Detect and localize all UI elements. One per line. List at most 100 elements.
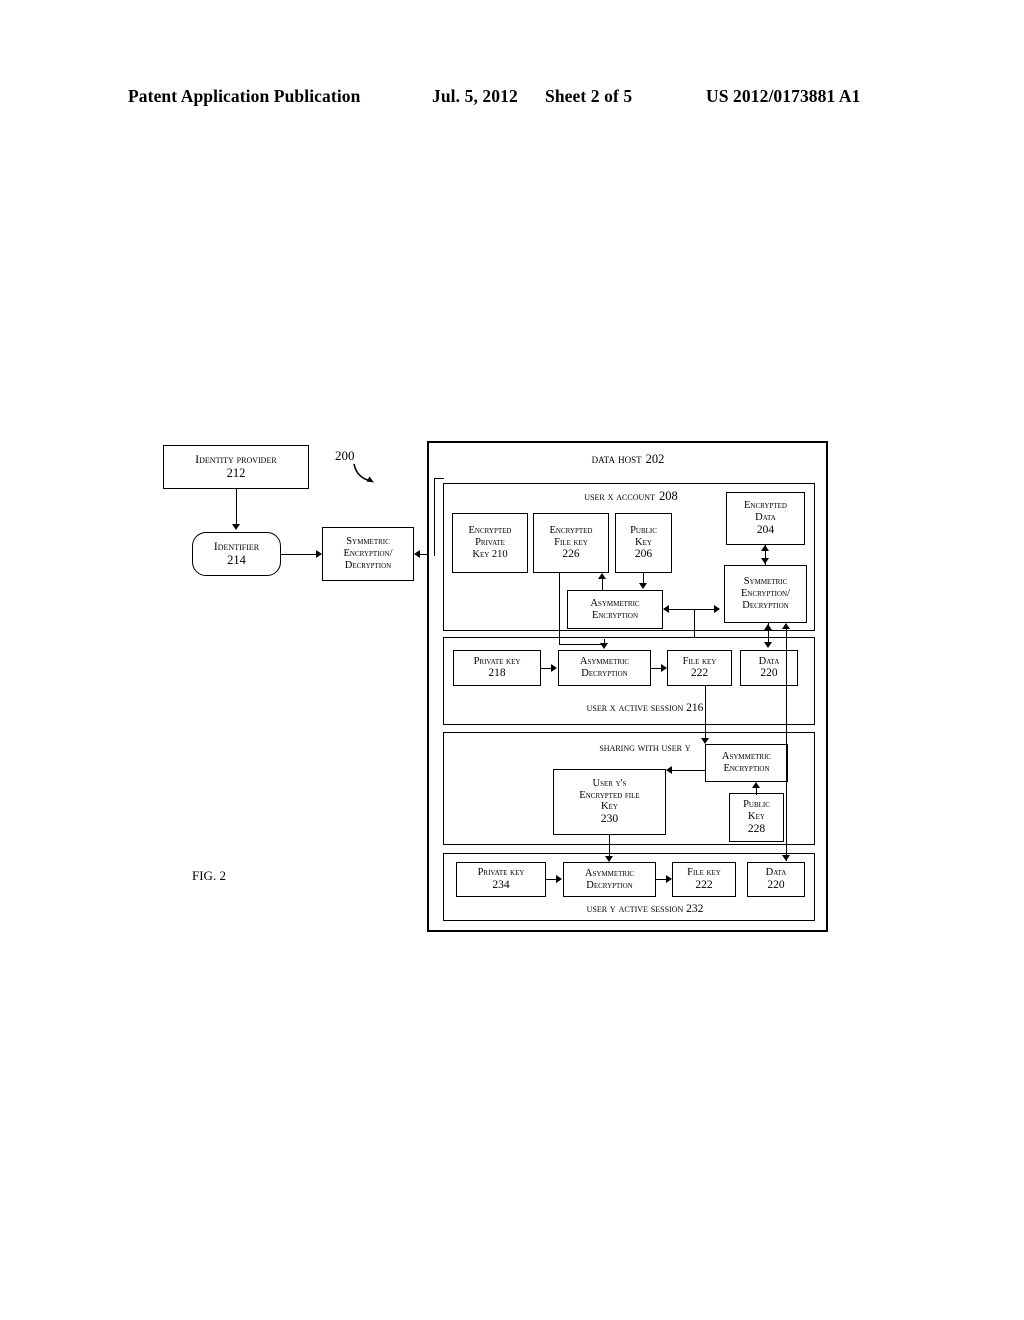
arrowhead-publickey228-to-asymenc-y	[752, 782, 760, 788]
user-x-active-session-title: User X Active Session 216	[550, 698, 740, 716]
sharing-with-user-y-text: Sharing with User Y	[599, 742, 691, 754]
encrypted-file-key-line1: Encrypted	[549, 524, 593, 536]
symmetric-encryption-decryption-right-box: Symmetric Encryption/ Decryption	[724, 565, 807, 623]
user-y-encrypted-file-key-line1: User Y's	[592, 777, 627, 789]
asymmetric-encryption-x-line1: Asymmetric	[590, 597, 640, 609]
symmetric-right-line3: Decryption	[742, 599, 789, 611]
patent-figure-2: FIG. 2 200 Identity Provider 212 Identif…	[0, 0, 1024, 1320]
asymmetric-encryption-y-box: Asymmetric Encryption	[705, 744, 788, 782]
asymmetric-encryption-x-line2: Encryption	[591, 609, 639, 621]
file-key-222-x-ref: 222	[690, 667, 709, 680]
arrowhead-right-bus-to-symmetric	[782, 623, 790, 629]
arrowhead-datahost-to-symmetric-left	[414, 550, 420, 558]
user-y-encrypted-file-key-line2: Encrypted File	[579, 789, 640, 801]
symmetric-left-line2: encryption/	[343, 548, 393, 560]
arrowhead-to-asymenc-x	[663, 605, 669, 613]
asymmetric-decryption-y-box: Asymmetric Decryption	[563, 862, 656, 897]
file-key-222-x-line1: File Key	[682, 655, 717, 667]
encrypted-private-key-line2: Private	[475, 537, 505, 549]
data-220-y-box: Data 220	[747, 862, 805, 897]
encrypted-private-key-line3: Key 210	[472, 548, 508, 560]
identity-provider-label: Identity Provider	[195, 453, 277, 466]
user-x-account-title-text: User X Account	[584, 491, 655, 503]
system-reference-leader-arrow	[353, 463, 374, 483]
public-key-206-ref: 206	[634, 548, 653, 561]
public-key-206-line2: Key	[635, 536, 652, 548]
identifier-label: Identifier	[213, 540, 260, 553]
arrowhead-privatekey218-to-asymdec	[551, 664, 557, 672]
data-220-y-line1: Data	[765, 867, 787, 879]
data-host-title: Data Host 202	[548, 450, 708, 468]
symmetric-left-line1: Symmetric	[346, 536, 390, 548]
file-key-222-y-ref: 222	[695, 878, 713, 891]
asymmetric-encryption-y-line2: Encryption	[723, 763, 770, 774]
identity-provider-box: Identity Provider 212	[163, 445, 309, 489]
encrypted-file-key-box: Encrypted File Key 226	[533, 513, 609, 573]
arrowhead-to-symmetric-right	[714, 605, 720, 613]
asymmetric-decryption-y-line2: Decryption	[586, 879, 633, 891]
file-key-222-y-box: File Key 222	[672, 862, 736, 897]
connector-encfilekey-jog	[559, 644, 605, 645]
data-host-title-text: Data Host	[591, 452, 642, 466]
encrypted-private-key-box: Encrypted Private Key 210	[452, 513, 528, 573]
connector-left-bus-vertical	[434, 478, 435, 556]
public-key-228-line1: Public	[743, 799, 770, 811]
encrypted-file-key-line2: File Key	[554, 536, 588, 548]
user-y-encrypted-file-key-ref: 230	[600, 813, 619, 826]
connector-filekey222-to-asymenc-y	[705, 686, 706, 740]
encrypted-data-ref: 204	[756, 523, 775, 536]
arrowhead-asymenc-y-to-userykey	[666, 766, 672, 774]
symmetric-encryption-decryption-left-box: Symmetric encryption/ Decryption	[322, 527, 414, 581]
public-key-206-box: Public Key 206	[615, 513, 672, 573]
user-x-account-ref: 208	[658, 489, 678, 503]
arrowhead-privatekey234-to-asymdec-y	[556, 875, 562, 883]
connector-asymenc-y-to-userykey	[672, 770, 706, 771]
encrypted-file-key-ref: 226	[562, 548, 580, 561]
user-x-account-title: User X Account 208	[556, 487, 706, 505]
arrowhead-asymenc-to-encfilekey	[598, 573, 606, 579]
identifier-ref: 214	[227, 553, 246, 568]
arrowhead-encrypteddata-to-symmetric	[761, 558, 769, 564]
asymmetric-decryption-y-line1: Asymmetric	[584, 867, 635, 879]
user-y-active-session-title: User Y Active Session 232	[550, 899, 740, 917]
encrypted-private-key-line1: Encrypted	[468, 525, 512, 537]
public-key-206-line1: Public	[630, 524, 657, 536]
asymmetric-decryption-x-line2: Decryption	[581, 668, 628, 679]
identifier-box: Identifier 214	[192, 532, 281, 576]
user-y-active-session-text: User Y Active Session 232	[586, 903, 704, 915]
asymmetric-decryption-x-box: Asymmetric Decryption	[558, 650, 651, 686]
user-x-active-session-text: User X Active Session 216	[586, 702, 704, 714]
file-key-222-y-line1: File Key	[687, 867, 721, 879]
symmetric-right-line2: Encryption/	[740, 588, 790, 600]
arrowhead-publickey206-to-asymenc	[639, 583, 647, 589]
connector-right-bus-vertical	[786, 628, 787, 861]
data-220-x-ref: 220	[760, 667, 778, 680]
arrowhead-encfilekey-to-asymdec-x	[600, 643, 608, 649]
private-key-218-box: Private Key 218	[453, 650, 541, 686]
asymmetric-encryption-y-line1: Asymmetric	[721, 751, 772, 763]
data-host-ref: 202	[645, 452, 665, 466]
symmetric-right-line1: Symmetric	[743, 576, 788, 588]
connector-identity-to-identifier	[236, 489, 237, 525]
public-key-228-box: Public Key 228	[729, 793, 784, 842]
connector-asymenc-to-encfilekey	[602, 579, 603, 591]
arrowhead-data220-to-symmetric-x	[764, 624, 772, 630]
private-key-234-box: Private Key 234	[456, 862, 546, 897]
private-key-218-ref: 218	[488, 667, 506, 680]
arrowhead-right-bus-to-data220-y	[782, 855, 790, 861]
connector-userykey-to-asymdec-y	[609, 835, 610, 858]
public-key-228-ref: 228	[747, 822, 766, 835]
connector-identifier-to-symmetric	[281, 554, 318, 555]
arrowhead-identity-to-identifier	[232, 524, 240, 530]
arrowhead-symmetric-to-encrypteddata	[761, 545, 769, 551]
file-key-222-x-box: File Key 222	[667, 650, 732, 686]
asymmetric-decryption-x-line1: Asymmetric	[579, 656, 630, 668]
public-key-228-line2: Key	[748, 811, 765, 823]
identity-provider-ref: 212	[226, 466, 246, 481]
private-key-234-ref: 234	[492, 878, 510, 891]
asymmetric-encryption-x-box: Asymmetric Encryption	[567, 590, 663, 629]
data-220-y-ref: 220	[767, 878, 785, 891]
user-y-encrypted-file-key-box: User Y's Encrypted File Key 230	[553, 769, 666, 835]
private-key-218-line1: Private Key	[473, 655, 521, 667]
encrypted-data-line1: Encrypted	[744, 500, 787, 512]
